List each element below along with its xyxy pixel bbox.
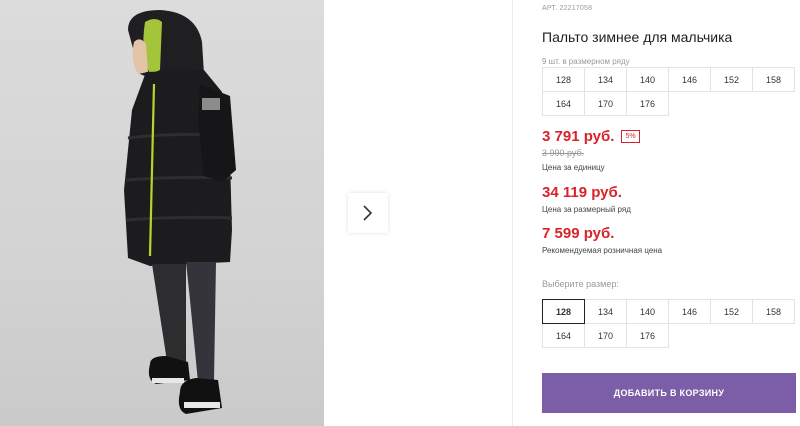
range-size-cell: 158: [752, 67, 795, 92]
unit-price-row: 3 791 руб. 5%: [542, 128, 640, 145]
rrp-price: 7 599 руб.: [542, 225, 615, 242]
range-size-cell: 176: [626, 91, 669, 116]
gallery-next-button[interactable]: [348, 193, 388, 233]
size-option-164[interactable]: 164: [542, 323, 585, 348]
size-option-170[interactable]: 170: [584, 323, 627, 348]
product-title: Пальто зимнее для мальчика: [542, 29, 733, 45]
choose-size-label: Выберите размер:: [542, 279, 619, 289]
size-option-140[interactable]: 140: [626, 299, 669, 324]
product-gallery: [0, 0, 512, 426]
discount-badge: 5%: [621, 130, 640, 143]
range-size-cell: 170: [584, 91, 627, 116]
range-size-cell: 140: [626, 67, 669, 92]
range-size-cell: 152: [710, 67, 753, 92]
range-size-cell: 134: [584, 67, 627, 92]
unit-price: 3 791 руб.: [542, 128, 615, 145]
product-photo[interactable]: [0, 0, 324, 426]
product-info: АРТ. 22217058 Пальто зимнее для мальчика…: [542, 0, 800, 426]
boy-in-winter-coat-image: [124, 10, 236, 414]
size-option-134[interactable]: 134: [584, 299, 627, 324]
set-price: 34 119 руб.: [542, 184, 622, 201]
set-price-caption: Цена за размерный ряд: [542, 205, 631, 214]
add-to-cart-button[interactable]: ДОБАВИТЬ В КОРЗИНУ: [542, 373, 796, 413]
sku-label: АРТ.: [542, 5, 558, 12]
size-range-grid: 128 134 140 146 152 158 164 170 176: [542, 67, 800, 116]
size-range-note: 9 шт. в размерном ряду: [542, 57, 630, 66]
size-option-152[interactable]: 152: [710, 299, 753, 324]
range-size-cell: 128: [542, 67, 585, 92]
panel-divider: [512, 0, 513, 426]
range-size-cell: 146: [668, 67, 711, 92]
chevron-right-icon: [363, 205, 373, 221]
size-option-128[interactable]: 128: [542, 299, 585, 324]
range-size-cell: 164: [542, 91, 585, 116]
sku: АРТ. 22217058: [542, 5, 592, 12]
old-price: 3 990 руб.: [542, 148, 585, 158]
unit-price-caption: Цена за единицу: [542, 163, 605, 172]
size-option-176[interactable]: 176: [626, 323, 669, 348]
size-option-146[interactable]: 146: [668, 299, 711, 324]
product-page: АРТ. 22217058 Пальто зимнее для мальчика…: [0, 0, 800, 426]
rrp-price-caption: Рекомендуемая розничная цена: [542, 246, 663, 255]
size-option-158[interactable]: 158: [752, 299, 795, 324]
size-selector: 128 134 140 146 152 158 164 170 176: [542, 299, 800, 348]
sku-value: 22217058: [559, 5, 593, 12]
